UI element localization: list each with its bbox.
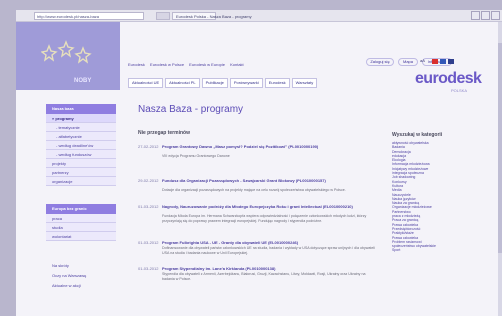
scrollbar-thumb[interactable] — [498, 43, 502, 253]
nav-porownywarki[interactable]: Porównywarki — [229, 78, 263, 88]
maximize-button[interactable] — [481, 11, 490, 20]
nav-publikacje[interactable]: Publikacje — [201, 78, 228, 88]
entry-5-title[interactable]: Program Stypendialny im. Lane'a Kirkland… — [162, 266, 378, 271]
brand-logo[interactable]: eurodesk — [415, 70, 482, 88]
entry-5-date: 01-03-2012 — [138, 266, 159, 271]
entry-2-title[interactable]: Fundusz dla Organizacji Pozarządowych - … — [162, 178, 378, 183]
entry-2-date: 29-02-2012 — [138, 178, 159, 183]
sidebar-item-fundusze[interactable]: - według funduszów — [46, 150, 116, 159]
nav-aktualnosci-ue[interactable]: Aktualności UE — [128, 78, 164, 88]
entry-2-text: Dotacje dla organizacji pozarządowych na… — [162, 188, 346, 192]
sidebar-item-tematycznie[interactable]: - tematycznie — [46, 123, 116, 132]
browser-tab-2[interactable]: Eurodesk Polska - Nasza Baza - programy — [172, 12, 252, 20]
close-button[interactable] — [491, 11, 500, 20]
en-flag-icon[interactable] — [440, 59, 446, 64]
entry-3-text: Fundacja Młoda Europa im. Hermana Schwar… — [162, 214, 367, 223]
entry-3-date: 01-03-2012 — [138, 204, 159, 209]
browser-tab-2-label: Eurodesk Polska - Nasza Baza - programy — [176, 14, 252, 19]
right-panel: Wyszukaj w kategorii aktywność obywatels… — [392, 132, 492, 316]
entry-1-text: VIII edycja Programu Grantowego Danone — [162, 154, 230, 158]
entry-4-date: 01-03-2012 — [138, 240, 159, 245]
minimize-button[interactable] — [471, 11, 480, 20]
nav-aktualnosci-pl[interactable]: Aktualności PL — [165, 78, 200, 88]
browser-chrome: http://www.eurodesk.pl/nasza-baza Eurode… — [16, 10, 502, 22]
top-link-eurodesk-w-polsce[interactable]: Eurodesk w Polsce — [150, 62, 184, 67]
nav-warsztaty[interactable]: Warsztaty — [291, 78, 318, 88]
sidebar: Nasza baza » programy - tematycznie - al… — [46, 104, 116, 316]
sidebar-item-programy[interactable]: » programy — [46, 114, 116, 123]
top-links: Eurodesk Eurodesk w Polsce Eurodesk w Eu… — [128, 62, 248, 67]
entry-5-text: Stypendia dla obywateli z Armenii, Azerb… — [162, 272, 366, 281]
logo-text: NOBY — [74, 78, 92, 84]
page-title: Nasza Baza - programy — [138, 104, 244, 115]
top-link-eurodesk[interactable]: Eurodesk — [128, 62, 145, 67]
entry-4-text: Dofinansowanie dla obywateli państw czło… — [162, 246, 375, 255]
map-pill[interactable]: Mapa — [398, 58, 418, 66]
sidebar-item-studia[interactable]: studia — [46, 223, 116, 232]
sidebar-item-organizacje[interactable]: organizacje — [46, 177, 116, 186]
sidebar-item-projekty[interactable]: projekty — [46, 159, 116, 168]
nav-eurodesk[interactable]: Eurodesk — [264, 78, 290, 88]
sidebar-item-alfabetycznie[interactable]: - alfabetycznie — [46, 132, 116, 141]
entry-4-title[interactable]: Program Fulbrighta USA - UE - Granty dla… — [162, 240, 378, 245]
address-bar[interactable]: http://www.eurodesk.pl/nasza-baza — [34, 12, 144, 20]
address-text: http://www.eurodesk.pl/nasza-baza — [37, 14, 100, 19]
sidebar-item-deadline[interactable]: - według deadline'ów — [46, 141, 116, 150]
pl-flag-icon[interactable] — [432, 59, 438, 64]
fb-icon[interactable] — [448, 59, 454, 64]
sidebar-item-partnerzy[interactable]: partnerzy — [46, 168, 116, 177]
section-title-na-skroty: Na skróty — [46, 261, 116, 271]
map-pill-label: Mapa — [402, 59, 413, 64]
category-item[interactable]: Sport — [392, 248, 492, 252]
shortcut-aktualne[interactable]: Aktualne w akcji — [46, 281, 116, 291]
entry-3-title[interactable]: Nagrody, Nauruzowanie podróży dla Młodeg… — [162, 204, 378, 209]
browser-window: http://www.eurodesk.pl/nasza-baza Eurode… — [16, 10, 502, 316]
main-content: Nasza Baza - programy Nie przegap termin… — [128, 104, 378, 316]
browser-tab-1[interactable] — [156, 12, 170, 20]
main-nav: Aktualności UE Aktualności PL Publikacje… — [128, 78, 318, 88]
login-pill-label: Zaloguj się — [370, 59, 390, 64]
login-pill[interactable]: Zaloguj się — [366, 58, 394, 66]
entry-1-title[interactable]: Program Grantowy Dawno „Masz pomysł? Pod… — [162, 144, 378, 149]
top-link-eurodesk-w-europie[interactable]: Eurodesk w Europie — [189, 62, 225, 67]
sidebar-item-praca[interactable]: praca — [46, 214, 116, 223]
top-link-kontakt[interactable]: Kontakt — [230, 62, 244, 67]
sidebar-title: Nasza baza — [46, 104, 116, 114]
logo-area: NOBY — [16, 22, 120, 90]
section-head: Nie przegap terminów — [138, 130, 190, 136]
eu-stars-icon — [41, 40, 92, 64]
right-title: Wyszukaj w kategorii — [392, 132, 443, 138]
sidebar-item-wolontariat[interactable]: wolontariat — [46, 232, 116, 241]
entry-1-date: 27-02-2012 — [138, 144, 159, 149]
shortcut-oczy[interactable]: Oczy na Warszawę — [46, 271, 116, 281]
brand-subtitle: POLSKA — [451, 88, 468, 93]
font-size-toggle[interactable]: aA — [420, 58, 425, 63]
section-title-europa: Europa bez granic — [46, 204, 116, 214]
